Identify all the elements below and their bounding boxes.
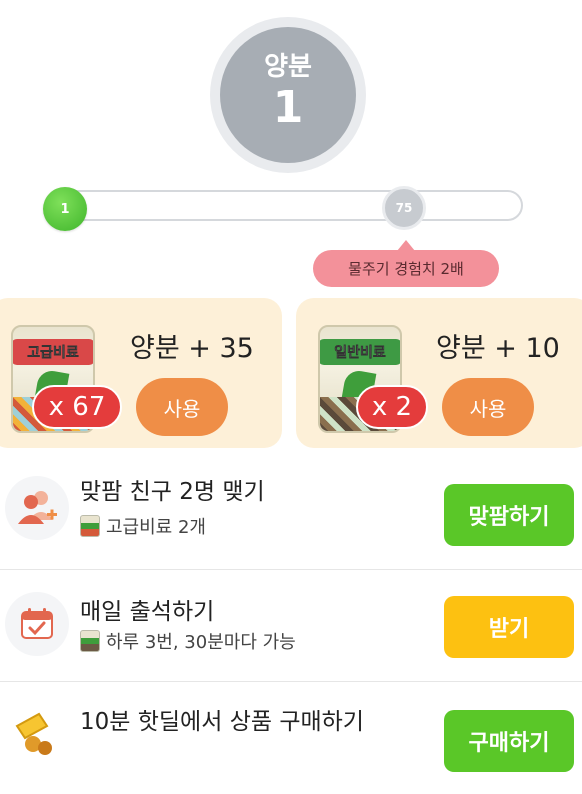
fertilizer-title: 양분 + 10 bbox=[436, 333, 560, 364]
level-circle-inner: 양분 1 bbox=[220, 27, 356, 163]
level-label: 양분 bbox=[264, 52, 312, 82]
mission-reward-text: 고급비료 2개 bbox=[106, 517, 206, 538]
normal-fertilizer-mini-icon bbox=[80, 630, 100, 652]
mission-reward: 고급비료 2개 bbox=[80, 513, 206, 539]
milestone-tooltip: 물주기 경험치 2배 bbox=[313, 240, 499, 287]
use-normal-fertilizer-button[interactable]: 사용 bbox=[442, 378, 534, 436]
add-friend-icon bbox=[5, 476, 69, 540]
level-circle: 양분 1 bbox=[210, 17, 366, 173]
fertilizer-count-badge: x 67 bbox=[32, 385, 122, 429]
progress-start-marker: 1 bbox=[43, 187, 87, 231]
fertilizer-card-normal: 일반비료 x 2 양분 + 10 사용 bbox=[296, 298, 582, 448]
progress-track bbox=[58, 190, 523, 221]
mission-hotdeal-button[interactable]: 구매하기 bbox=[444, 710, 574, 772]
mission-attendance-button[interactable]: 받기 bbox=[444, 596, 574, 658]
mission-title: 매일 출석하기 bbox=[80, 599, 215, 625]
premium-fertilizer-mini-icon bbox=[80, 515, 100, 537]
mission-item-friends: 맞팜 친구 2명 맺기 고급비료 2개 맞팜하기 bbox=[0, 458, 582, 570]
fertilizer-count-badge: x 2 bbox=[356, 385, 428, 429]
mission-item-hotdeal: 10분 핫딜에서 상품 구매하기 구매하기 bbox=[0, 682, 582, 794]
mission-reward-text: 하루 3번, 30분마다 가능 bbox=[106, 632, 296, 653]
fertilizer-title: 양분 + 35 bbox=[130, 333, 254, 364]
bag-label: 일반비료 bbox=[320, 339, 400, 365]
fertilizer-card-premium: 고급비료 x 67 양분 + 35 사용 bbox=[0, 298, 282, 448]
progress-milestone-marker: 75 bbox=[382, 186, 426, 230]
mission-reward: 하루 3번, 30분마다 가능 bbox=[80, 628, 296, 654]
mission-title: 맞팜 친구 2명 맺기 bbox=[80, 479, 265, 505]
mission-title: 10분 핫딜에서 상품 구매하기 bbox=[80, 709, 364, 735]
use-premium-fertilizer-button[interactable]: 사용 bbox=[136, 378, 228, 436]
bag-label: 고급비료 bbox=[13, 339, 93, 365]
calendar-check-icon bbox=[5, 592, 69, 656]
mission-friends-button[interactable]: 맞팜하기 bbox=[444, 484, 574, 546]
hot-deal-icon bbox=[5, 702, 69, 766]
mission-item-attendance: 매일 출석하기 하루 3번, 30분마다 가능 받기 bbox=[0, 570, 582, 682]
level-value: 1 bbox=[272, 82, 304, 133]
